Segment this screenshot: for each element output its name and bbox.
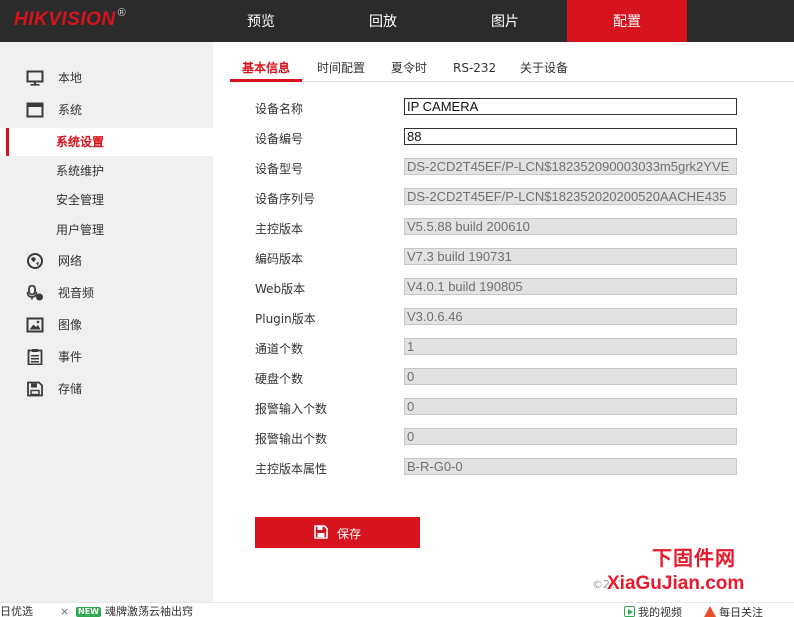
firmware-version-label: 主控版本 — [255, 222, 304, 236]
new-badge: NEW — [76, 607, 101, 617]
watermark-url: XiaGuJian.com — [607, 573, 745, 594]
serial-number-field: DS-2CD2T45EF/P-LCN$182352020200520AACHE4… — [404, 188, 737, 205]
watermark-title: 下固件网 — [652, 546, 736, 570]
status-left-text[interactable]: 日优选 — [0, 606, 33, 617]
hdd-count-label: 硬盘个数 — [255, 372, 304, 386]
news-ticker-text: 魂牌激荡云袖出窍 — [104, 605, 193, 617]
play-icon — [624, 606, 635, 617]
close-icon[interactable]: × — [60, 606, 69, 617]
device-model-field: DS-2CD2T45EF/P-LCN$182352090003033m5grk2… — [404, 158, 737, 175]
sidebar-item-label: 事件 — [58, 350, 83, 364]
image-icon — [26, 317, 44, 333]
firmware-version-field: V5.5.88 build 200610 — [404, 218, 737, 235]
tab-time-settings[interactable]: 时间配置 — [317, 58, 365, 80]
nav-tab-configuration[interactable]: 配置 — [567, 0, 687, 42]
floppy-disk-icon — [314, 525, 328, 539]
sidebar-item-image[interactable]: 图像 — [0, 311, 213, 339]
sidebar-item-label: 用户管理 — [56, 223, 105, 237]
sidebar-subitem-system-settings[interactable]: 系统设置 — [0, 128, 213, 156]
device-number-label: 设备编号 — [255, 132, 304, 146]
sidebar-item-video-audio[interactable]: 视音频 — [0, 279, 213, 307]
firmware-attribute-label: 主控版本属性 — [255, 462, 328, 476]
sidebar-subitem-system-maintenance[interactable]: 系统维护 — [0, 157, 213, 185]
sidebar-item-local[interactable]: 本地 — [0, 64, 213, 92]
globe-icon — [27, 253, 43, 269]
device-model-label: 设备型号 — [255, 162, 304, 176]
sidebar-subitem-security[interactable]: 安全管理 — [0, 186, 213, 214]
tab-basic-info[interactable]: 基本信息 — [242, 58, 290, 80]
alarm-input-count-label: 报警输入个数 — [255, 402, 328, 416]
sidebar-item-label: 安全管理 — [56, 193, 105, 207]
serial-number-label: 设备序列号 — [255, 192, 316, 206]
nav-tab-picture[interactable]: 图片 — [445, 0, 565, 42]
channel-count-field: 1 — [404, 338, 737, 355]
sidebar-item-label: 网络 — [58, 254, 83, 268]
web-version-label: Web版本 — [255, 282, 306, 296]
sidebar-item-label: 本地 — [58, 71, 83, 85]
active-tab-indicator — [230, 79, 302, 82]
device-number-input[interactable]: 88 — [404, 128, 737, 145]
alarm-output-count-label: 报警输出个数 — [255, 432, 328, 446]
tab-dst[interactable]: 夏令时 — [391, 58, 427, 80]
sidebar-item-label: 系统维护 — [56, 164, 105, 178]
daily-follow-label: 每日关注 — [719, 606, 763, 617]
alarm-input-count-field: 0 — [404, 398, 737, 415]
nav-tab-playback[interactable]: 回放 — [323, 0, 443, 42]
sidebar-item-label: 系统设置 — [56, 135, 105, 149]
event-list-icon — [27, 349, 43, 365]
news-ticker[interactable]: NEW 魂牌激荡云袖出窍 — [76, 606, 193, 617]
encoding-version-label: 编码版本 — [255, 252, 304, 266]
daily-follow-link[interactable]: 每日关注 — [704, 606, 763, 617]
hdd-count-field: 0 — [404, 368, 737, 385]
firmware-attribute-field: B-R-G0-0 — [404, 458, 737, 475]
save-button[interactable]: 保存 — [255, 517, 420, 548]
channel-count-label: 通道个数 — [255, 342, 304, 356]
hot-icon — [704, 606, 716, 617]
my-video-link[interactable]: 我的视频 — [624, 606, 682, 617]
sidebar-item-network[interactable]: 网络 — [0, 247, 213, 275]
microphone-camera-icon — [26, 285, 43, 301]
tab-divider — [230, 81, 794, 82]
sidebar-item-storage[interactable]: 存储 — [0, 375, 213, 403]
config-sidebar: 本地 系统 系统设置 系统维护 安全管理 用户管理 网络 视音频 图像 事件 存… — [0, 42, 213, 602]
nav-tab-preview[interactable]: 预览 — [201, 0, 321, 42]
sidebar-item-label: 视音频 — [58, 286, 95, 300]
browser-status-bar: 日优选 × NEW 魂牌激荡云袖出窍 我的视频 每日关注 — [0, 602, 794, 617]
plugin-version-label: Plugin版本 — [255, 312, 316, 326]
sidebar-item-label: 图像 — [58, 318, 83, 332]
my-video-label: 我的视频 — [638, 606, 682, 617]
save-button-label: 保存 — [337, 527, 362, 541]
sidebar-item-event[interactable]: 事件 — [0, 343, 213, 371]
system-icon — [26, 102, 44, 118]
tab-rs232[interactable]: RS-232 — [453, 58, 496, 80]
plugin-version-field: V3.0.6.46 — [404, 308, 737, 325]
hikvision-logo: HIKVISION ® — [14, 7, 127, 30]
alarm-output-count-field: 0 — [404, 428, 737, 445]
top-navigation-bar: HIKVISION ® 预览 回放 图片 配置 — [0, 0, 794, 42]
monitor-icon — [26, 70, 44, 86]
floppy-disk-icon — [27, 381, 43, 397]
tab-about-device[interactable]: 关于设备 — [520, 58, 568, 80]
sidebar-item-label: 系统 — [58, 103, 83, 117]
sidebar-item-label: 存储 — [58, 382, 83, 396]
sidebar-subitem-user-management[interactable]: 用户管理 — [0, 216, 213, 244]
device-name-input[interactable]: IP CAMERA — [404, 98, 737, 115]
web-version-field: V4.0.1 build 190805 — [404, 278, 737, 295]
device-name-label: 设备名称 — [255, 102, 304, 116]
encoding-version-field: V7.3 build 190731 — [404, 248, 737, 265]
sidebar-item-system[interactable]: 系统 — [0, 96, 213, 124]
